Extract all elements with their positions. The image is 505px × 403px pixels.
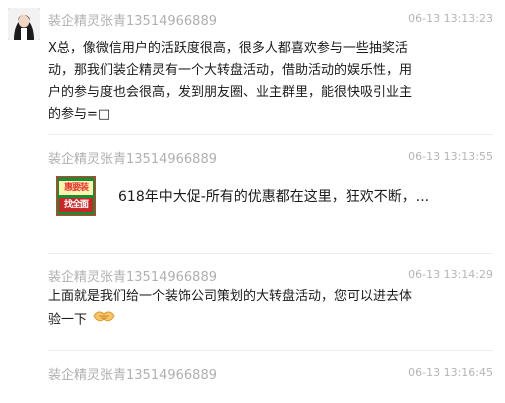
avatar-photo-icon — [8, 8, 40, 40]
chat-message: 装企精灵张青13514966889 06-13 13:16:45 — [0, 356, 505, 403]
message-divider — [48, 350, 493, 351]
thumbnail-text: 惠要装 — [59, 181, 93, 195]
message-time: 06-13 13:13:23 — [408, 12, 493, 25]
message-divider — [48, 253, 493, 254]
message-line: 验一下 — [48, 308, 468, 332]
link-title: 618年中大促-所有的优惠都在这里，狂欢不断，... — [118, 189, 430, 205]
thumbnail-text: 找全面 — [59, 198, 93, 212]
chat-history: 装企精灵张青13514966889 06-13 13:13:23 X总，像微信用… — [0, 0, 505, 403]
chat-message: 装企精灵张青13514966889 06-13 13:14:29 上面就是我们给… — [0, 258, 505, 348]
sender-name[interactable]: 装企精灵张青13514966889 — [48, 266, 217, 285]
message-line: 上面就是我们给一个装饰公司策划的大转盘活动，您可以进去体 — [48, 289, 413, 304]
chat-message: 装企精灵张青13514966889 06-13 13:13:55 惠要装 找全面… — [0, 140, 505, 220]
message-text[interactable]: 上面就是我们给一个装饰公司策划的大转盘活动，您可以进去体 验一下 — [48, 286, 468, 332]
message-text[interactable]: X总，像微信用户的活跃度很高，很多人都喜欢参与一些抽奖活 动，那我们装企精灵有一… — [48, 38, 468, 126]
sender-name[interactable]: 装企精灵张青13514966889 — [48, 148, 217, 167]
message-time: 06-13 13:16:45 — [408, 366, 493, 379]
avatar[interactable] — [8, 8, 40, 40]
message-time: 06-13 13:13:55 — [408, 150, 493, 163]
message-line: 动，那我们装企精灵有一个大转盘活动，借助活动的娱乐性，用 — [48, 63, 413, 78]
message-line: 户的参与度也会很高，发到朋友圈、业主群里，能很快吸引业主 — [48, 85, 413, 100]
link-thumbnail: 惠要装 找全面 — [56, 176, 96, 216]
message-line: 的参与=□ — [48, 107, 111, 122]
link-card[interactable]: 惠要装 找全面 618年中大促-所有的优惠都在这里，狂欢不断，... — [56, 176, 496, 220]
message-line: X总，像微信用户的活跃度很高，很多人都喜欢参与一些抽奖活 — [48, 41, 408, 56]
sender-name[interactable]: 装企精灵张青13514966889 — [48, 364, 217, 383]
handshake-icon — [93, 308, 115, 332]
sender-name[interactable]: 装企精灵张青13514966889 — [48, 10, 217, 29]
message-line-text: 验一下 — [48, 312, 88, 328]
message-time: 06-13 13:14:29 — [408, 268, 493, 281]
chat-message: 装企精灵张青13514966889 06-13 13:13:23 X总，像微信用… — [0, 0, 505, 122]
message-divider — [48, 134, 493, 135]
